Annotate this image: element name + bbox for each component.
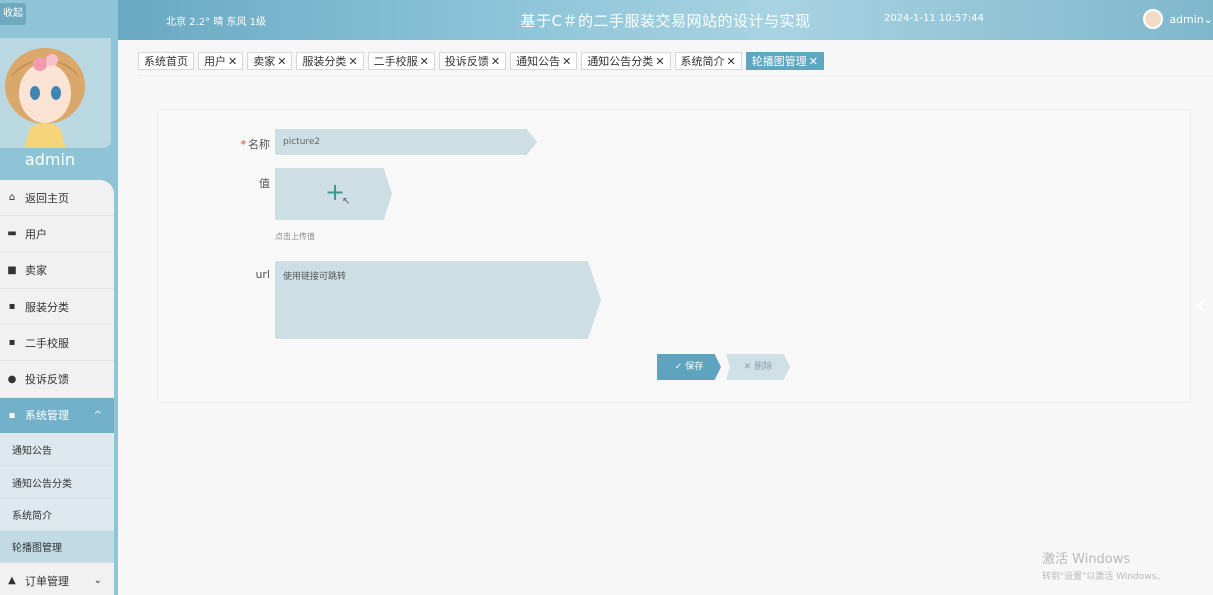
tab-notice[interactable]: 通知公告 ✕ xyxy=(510,52,578,70)
sidebar: 收起 admin ⌂ 返回主页 ▬ 用户 ■ 卖家 ▪ 服装分类 ▪ 二手校服 … xyxy=(0,0,118,595)
tab-label: 投诉反馈 xyxy=(444,54,489,68)
pin-icon: ● xyxy=(7,373,17,385)
tab-label: 用户 xyxy=(204,54,226,68)
header-username: admin xyxy=(1169,12,1204,26)
chevron-left-icon[interactable]: ‹ xyxy=(1195,288,1206,321)
carousel-form: * 名称 picture2 值 + ↖ 点击上传值 url 使用链接可跳转 ✓ 保… xyxy=(157,109,1191,403)
sidebar-item-label: 用户 xyxy=(25,227,47,241)
name-input[interactable]: picture2 xyxy=(275,129,537,155)
tab-label: 轮播图管理 xyxy=(751,54,807,68)
person-icon: ▲ xyxy=(8,575,16,587)
user-menu[interactable]: admin ⌄ xyxy=(1143,9,1213,29)
sidebar-item-label: 投诉反馈 xyxy=(25,373,69,387)
avatar xyxy=(0,38,111,148)
tab-label: 通知公告 xyxy=(516,54,561,68)
chevron-down-icon: ⌄ xyxy=(1203,12,1213,26)
close-icon[interactable]: ✕ xyxy=(562,53,571,70)
sidebar-item-label: 二手校服 xyxy=(25,336,69,350)
datetime: 2024-1-11 10:57:44 xyxy=(884,13,984,24)
sidebar-item-label: 系统管理 xyxy=(25,409,69,423)
close-icon[interactable]: ✕ xyxy=(348,53,357,70)
sidebar-item-orders[interactable]: ▲ 订单管理 ⌄ xyxy=(0,563,114,595)
sidebar-subitem-intro[interactable]: 系统简介 xyxy=(0,498,114,531)
sidebar-item-label: 返回主页 xyxy=(25,191,69,205)
windows-watermark: 激活 Windows 转到"设置"以激活 Windows。 xyxy=(1042,548,1165,582)
watermark-subtitle: 转到"设置"以激活 Windows。 xyxy=(1042,572,1166,582)
chevron-up-icon: ^ xyxy=(93,409,102,421)
close-icon[interactable]: ✕ xyxy=(655,53,664,70)
avatar-illustration xyxy=(0,38,111,148)
save-button[interactable]: ✓ 保存 xyxy=(657,354,721,380)
sidebar-item-home[interactable]: ⌂ 返回主页 xyxy=(0,180,114,217)
home-icon: ⌂ xyxy=(8,192,16,204)
tab-user[interactable]: 用户 ✕ xyxy=(198,52,244,70)
grid-icon: ▪ xyxy=(8,409,16,421)
close-icon[interactable]: ✕ xyxy=(809,53,818,70)
tab-home[interactable]: 系统首页 xyxy=(138,52,194,70)
tab-complaints[interactable]: 投诉反馈 ✕ xyxy=(438,52,507,70)
sidebar-item-label: 订单管理 xyxy=(25,574,69,588)
site-title: 基于C＃的二手服装交易网站的设计与实现 xyxy=(520,12,811,30)
sidebar-menu: ⌂ 返回主页 ▬ 用户 ■ 卖家 ▪ 服装分类 ▪ 二手校服 ● 投诉反馈 ▪ … xyxy=(0,180,114,595)
tab-label: 通知公告分类 xyxy=(587,54,654,68)
close-icon[interactable]: ✕ xyxy=(277,53,286,70)
tab-intro[interactable]: 系统简介 ✕ xyxy=(674,52,742,70)
sidebar-item-complaints[interactable]: ● 投诉反馈 xyxy=(0,361,114,398)
sidebar-item-system[interactable]: ▪ 系统管理 ^ xyxy=(0,397,114,435)
close-icon[interactable]: ✕ xyxy=(491,53,500,70)
grid-icon: ▪ xyxy=(8,337,16,349)
close-icon[interactable]: ✕ xyxy=(228,53,237,70)
upload-hint: 点击上传值 xyxy=(275,232,315,241)
tab-seller[interactable]: 卖家 ✕ xyxy=(247,52,293,70)
close-icon[interactable]: ✕ xyxy=(727,53,736,70)
sidebar-item-label: 卖家 xyxy=(25,264,47,278)
tab-carousel[interactable]: 轮播图管理 ✕ xyxy=(745,52,824,70)
sidebar-username: admin xyxy=(24,150,76,169)
sidebar-subitem-carousel[interactable]: 轮播图管理 xyxy=(0,530,114,564)
name-label: * 名称 xyxy=(240,138,271,151)
user-icon: ▬ xyxy=(7,228,17,240)
tab-label: 系统首页 xyxy=(144,54,188,68)
close-icon[interactable]: ✕ xyxy=(420,53,429,70)
watermark-title: 激活 Windows xyxy=(1042,552,1131,567)
tab-label: 服装分类 xyxy=(302,54,347,68)
sidebar-item-label: 服装分类 xyxy=(25,300,69,314)
sidebar-item-clothing-category[interactable]: ▪ 服装分类 xyxy=(0,288,114,326)
user-avatar xyxy=(1143,9,1164,29)
seller-icon: ■ xyxy=(7,264,17,276)
url-label: url xyxy=(255,268,270,281)
tab-label: 二手校服 xyxy=(373,54,418,68)
tab-divider xyxy=(138,75,1213,76)
value-label: 值 xyxy=(259,177,270,190)
tab-notice-category[interactable]: 通知公告分类 ✕ xyxy=(581,52,671,70)
top-header: 北京 2.2° 晴 东风 1级 基于C＃的二手服装交易网站的设计与实现 2024… xyxy=(118,0,1213,40)
delete-button[interactable]: ✕ 删除 xyxy=(726,354,790,380)
collapse-button[interactable]: 收起 xyxy=(0,3,26,25)
sidebar-item-uniform[interactable]: ▪ 二手校服 xyxy=(0,325,114,362)
required-mark: * xyxy=(240,138,247,151)
sidebar-item-seller[interactable]: ■ 卖家 xyxy=(0,252,114,289)
grid-icon: ▪ xyxy=(8,301,16,313)
tab-clothing-category[interactable]: 服装分类 ✕ xyxy=(296,52,364,70)
mouse-cursor-icon: ↖ xyxy=(342,196,351,207)
sidebar-subitem-notice-category[interactable]: 通知公告分类 xyxy=(0,466,114,499)
tab-label: 卖家 xyxy=(253,54,276,68)
sidebar-subitem-notice[interactable]: 通知公告 xyxy=(0,434,114,467)
image-upload[interactable]: + ↖ xyxy=(275,168,392,220)
url-textarea[interactable]: 使用链接可跳转 xyxy=(275,261,601,339)
sidebar-item-user[interactable]: ▬ 用户 xyxy=(0,216,114,253)
tab-uniform[interactable]: 二手校服 ✕ xyxy=(367,52,435,70)
tab-bar: 系统首页 用户 ✕ 卖家 ✕ 服装分类 ✕ 二手校服 ✕ 投诉反馈 ✕ 通知公告 ✕ 通知公… xyxy=(138,52,824,70)
chevron-down-icon: ⌄ xyxy=(93,575,102,587)
tab-label: 系统简介 xyxy=(680,54,725,68)
